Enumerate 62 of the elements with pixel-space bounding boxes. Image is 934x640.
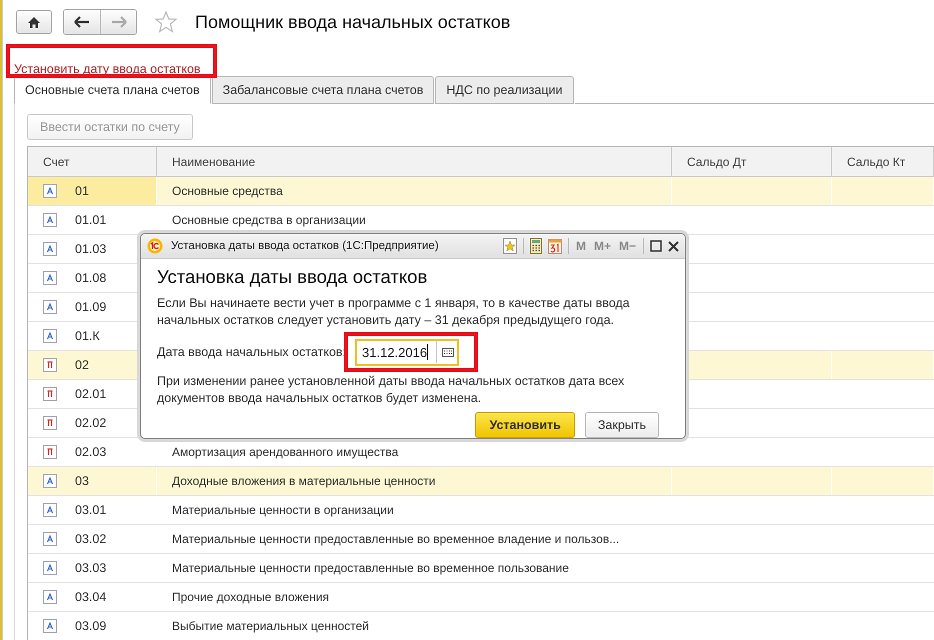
table-row[interactable]: 03.09 Выбытие материальных ценностей — [28, 612, 934, 640]
table-row[interactable]: 01 Основные средства — [28, 177, 934, 206]
account-name: Основные средства — [172, 184, 283, 198]
maximize-icon[interactable] — [650, 240, 662, 252]
table-row[interactable]: 03.01 Материальные ценности в организации — [28, 496, 934, 525]
account-name: Амортизация арендованного имущества — [172, 445, 398, 459]
account-name: Материальные ценности в организации — [172, 503, 394, 517]
tab[interactable]: НДС по реализации — [435, 76, 574, 104]
table-row[interactable]: 03 Доходные вложения в материальные ценности — [28, 467, 934, 496]
dialog-title: Установка даты ввода остатков (1С:Предприятие) — [171, 240, 439, 252]
account-code: 01 — [75, 184, 89, 198]
page-title: Помощник ввода начальных остатков — [195, 12, 510, 32]
text-cursor — [427, 344, 428, 360]
account-code: 01.08 — [75, 271, 106, 285]
account-name: Доходные вложения в материальные ценности — [172, 474, 436, 488]
column-header[interactable]: Счет — [28, 147, 157, 177]
calendar-picker-icon[interactable] — [442, 348, 454, 356]
account-code: 03.09 — [75, 619, 106, 633]
back-button[interactable] — [64, 10, 100, 34]
app-logo-icon — [147, 238, 163, 254]
account-code: 02.01 — [75, 387, 106, 401]
home-button[interactable] — [16, 10, 52, 34]
close-icon[interactable] — [668, 240, 679, 252]
account-code: 03.01 — [75, 503, 106, 517]
back-arrow-icon — [74, 16, 90, 28]
account-code: 01.03 — [75, 242, 106, 256]
account-code: 02 — [75, 358, 89, 372]
star-icon[interactable] — [154, 10, 178, 34]
account-name: Материальные ценности предоставленные во временное пользование — [172, 561, 569, 575]
account-name: Основные средства в организации — [172, 213, 366, 227]
favorites-icon[interactable] — [502, 238, 517, 254]
forward-arrow-icon — [110, 16, 126, 28]
close-button[interactable]: Закрыть — [584, 412, 659, 438]
column-header[interactable]: Сальдо Кт — [832, 147, 934, 177]
account-code: 03.04 — [75, 590, 106, 604]
column-header[interactable]: Сальдо Дт — [672, 147, 832, 177]
account-code: 03.02 — [75, 532, 106, 546]
calculator-icon[interactable] — [530, 238, 542, 254]
account-code: 03.03 — [75, 561, 106, 575]
tab[interactable]: Забалансовые счета плана счетов — [212, 76, 434, 104]
table-row[interactable]: 03.03 Материальные ценности предоставленные во временное пользование — [28, 554, 934, 583]
account-code: 01.01 — [75, 213, 106, 227]
account-code: 03 — [75, 474, 89, 488]
table-row[interactable]: 03.02 Материальные ценности предоставленные во временное владение и пользов... — [28, 525, 934, 554]
set-button[interactable]: Установить — [475, 412, 575, 438]
table-row[interactable]: 03.04 Прочие доходные вложения — [28, 583, 934, 612]
account-name: Выбытие материальных ценностей — [172, 619, 369, 633]
home-icon — [27, 16, 41, 28]
dialog-heading: Установка даты ввода остатков — [157, 266, 428, 288]
account-name: Прочие доходные вложения — [172, 590, 330, 604]
account-code: 02.03 — [75, 445, 106, 459]
calendar-icon[interactable] — [548, 238, 562, 254]
account-code: 02.02 — [75, 416, 106, 430]
column-header[interactable]: Наименование — [157, 147, 672, 177]
account-code: 01.К — [75, 329, 100, 343]
tab[interactable]: Основные счета плана счетов — [14, 76, 211, 104]
date-field[interactable]: 31.12.2016 — [355, 338, 460, 366]
account-name: Материальные ценности предоставленные во временное владение и пользов... — [172, 532, 620, 546]
date-label: Дата ввода начальных остатков: — [157, 345, 346, 359]
account-code: 01.09 — [75, 300, 106, 314]
note-text: При изменении ранее установленной даты ввода начальных остатков дата всех документов ввода начальных остатков будет изменена. — [157, 373, 626, 407]
intro-text: Если Вы начинаете вести учет в программе с 1 января, то в качестве даты ввода начальных остатков следует установить дату – 31 декабря предыдущего года. — [157, 295, 631, 329]
